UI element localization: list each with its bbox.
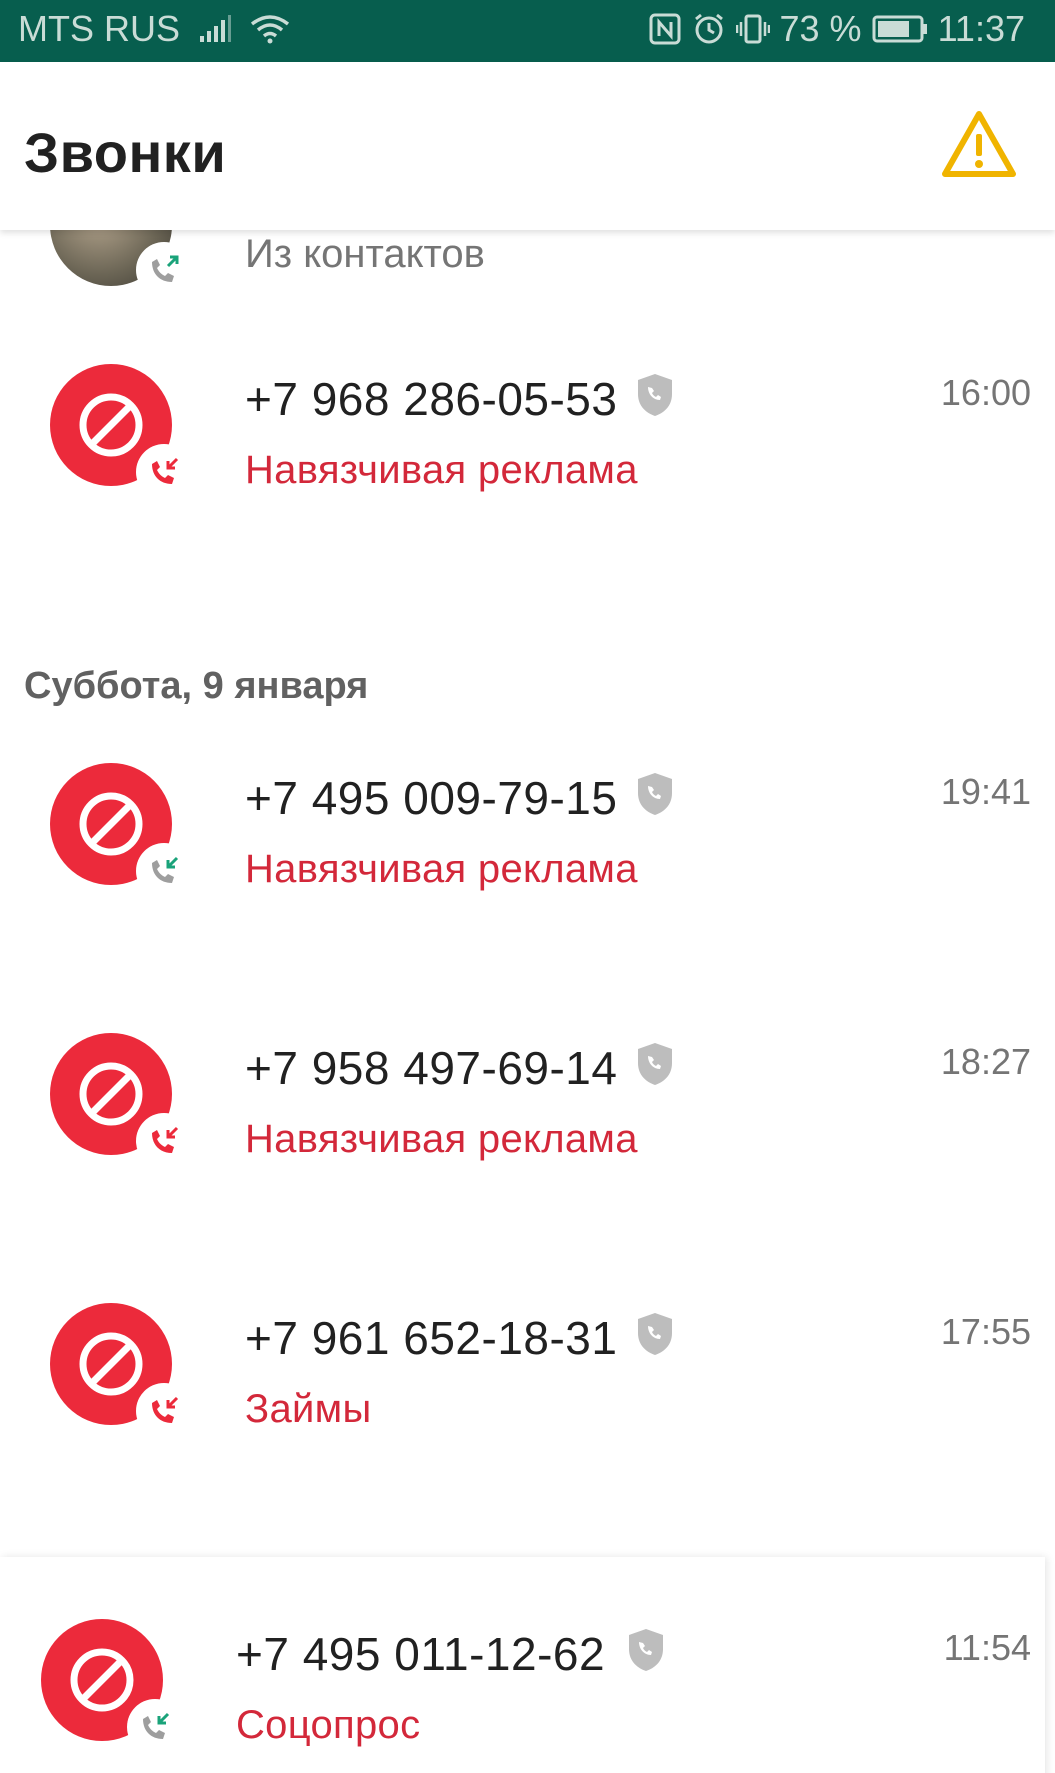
outgoing-call-icon [136,242,192,298]
battery-percent: 73 % [779,8,862,49]
phone-number: +7 495 009-79-15 [245,772,618,824]
call-time: 18:27 [940,1041,1031,1082]
shield-icon [638,1313,672,1355]
incoming-call-icon [136,444,192,500]
incoming-call-icon [136,1113,192,1169]
carrier-name: MTS RUS [18,8,180,49]
vibrate-icon [735,12,770,46]
app-bar: Звонки [0,62,1055,230]
signal-icon [198,14,232,44]
list-item-call[interactable]: +7 968 286-05-53 Навязчивая реклама 16:0… [0,364,1055,564]
alarm-icon [692,12,726,46]
clock: 11:37 [937,8,1025,49]
spam-label: Навязчивая реклама [245,847,638,891]
incoming-call-icon [127,1699,183,1755]
block-icon [70,1648,134,1712]
warning-button[interactable] [941,108,1017,180]
incoming-call-icon [136,843,192,899]
shield-icon [638,773,672,815]
phone-number: +7 495 011-12-62 [236,1628,606,1680]
spam-label: Соцопрос [236,1703,421,1747]
phone-number: +7 961 652-18-31 [245,1312,618,1364]
call-time: 11:54 [943,1627,1031,1668]
block-icon [79,393,143,457]
status-bar: MTS RUS 73 % 11:37 [0,0,1055,62]
spam-label: Навязчивая реклама [245,448,638,492]
phone-number: +7 958 497-69-14 [245,1042,618,1094]
call-time: 17:55 [940,1311,1031,1352]
phone-number: +7 968 286-05-53 [245,373,618,425]
call-time: 16:00 [940,372,1031,413]
battery-icon [872,14,928,44]
wifi-icon [250,14,290,44]
shield-icon [638,1043,672,1085]
block-icon [79,1062,143,1126]
contact-subtitle: Из контактов [245,232,485,276]
list-item-call[interactable]: +7 495 011-12-62 Соцопрос 11:54 [0,1619,1046,1773]
list-item-contact[interactable]: Из контактов [0,230,1055,300]
spam-label: Займы [245,1387,372,1431]
block-icon [79,1332,143,1396]
list-item-call-card[interactable]: +7 495 011-12-62 Соцопрос 11:54 [0,1557,1045,1773]
list-item-call[interactable]: +7 958 497-69-14 Навязчивая реклама 18:2… [0,1033,1055,1233]
nfc-icon [648,12,682,46]
spam-label: Навязчивая реклама [245,1117,638,1161]
shield-icon [629,1629,663,1671]
call-list[interactable]: Из контактов +7 968 286-05-53 Навязчивая… [0,230,1055,1773]
incoming-call-icon [136,1383,192,1439]
block-icon [79,792,143,856]
list-item-call[interactable]: +7 961 652-18-31 Займы 17:55 [0,1303,1055,1503]
date-header: Суббота, 9 января [24,665,369,707]
call-time: 19:41 [940,771,1031,812]
page-title: Звонки [24,121,227,184]
shield-icon [638,374,672,416]
warning-icon [942,111,1016,177]
list-item-call[interactable]: +7 495 009-79-15 Навязчивая реклама 19:4… [0,763,1055,963]
